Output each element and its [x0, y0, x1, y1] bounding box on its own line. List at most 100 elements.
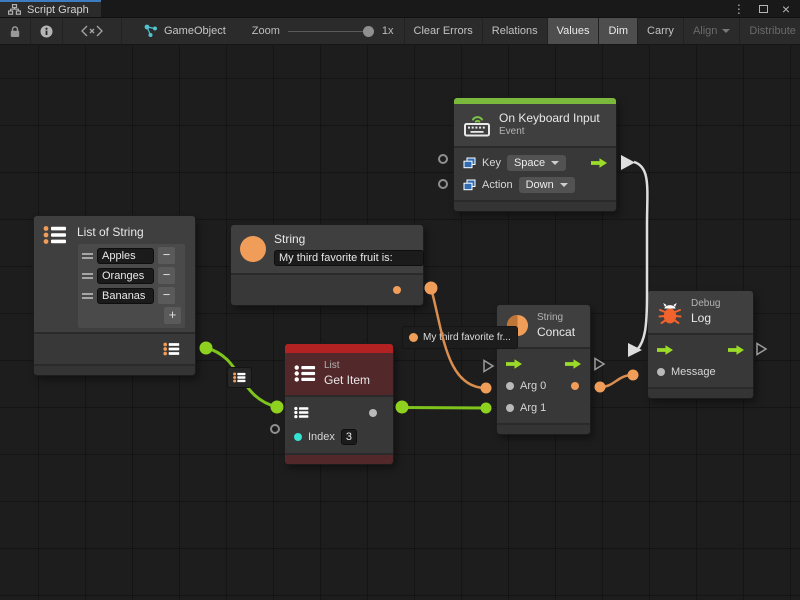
graph-canvas[interactable]: On Keyboard Input Event Key Space: [0, 45, 800, 600]
node-footer: [454, 200, 616, 211]
wire-value-list-preview: [228, 368, 251, 387]
concat-flow-input-port[interactable]: [484, 361, 493, 372]
relations-button[interactable]: Relations: [482, 18, 547, 44]
index-input[interactable]: [341, 429, 357, 445]
list-icon: [294, 364, 316, 383]
wire-keyboard-to-log[interactable]: [634, 162, 647, 350]
add-item-button[interactable]: +: [164, 307, 181, 324]
node-string-literal[interactable]: String: [231, 225, 423, 305]
carry-button[interactable]: Carry: [637, 18, 683, 44]
key-port-row: Key Space: [454, 152, 616, 174]
drag-handle-icon[interactable]: [82, 253, 93, 259]
clear-errors-button[interactable]: Clear Errors: [404, 18, 482, 44]
list-icon: [233, 372, 246, 383]
list-item-input[interactable]: [97, 288, 154, 304]
tab-script-graph[interactable]: Script Graph: [0, 0, 101, 17]
distribute-label: Distribute: [749, 25, 795, 37]
concat-flow-output-port[interactable]: [595, 359, 604, 370]
flow-input-arrow-icon[interactable]: [506, 359, 522, 369]
node-category: Debug: [691, 298, 720, 311]
maximize-icon[interactable]: [759, 5, 768, 13]
align-button[interactable]: Align: [683, 18, 739, 44]
wire-end-arrowhead-icon: [628, 343, 642, 357]
node-body: Index: [285, 395, 393, 453]
list-item-row: −: [82, 287, 181, 304]
distribute-button[interactable]: Distribute: [739, 18, 800, 44]
flow-row: [497, 353, 590, 375]
node-title: List of String: [77, 225, 185, 239]
concat-output-dot[interactable]: [571, 382, 579, 390]
remove-item-button[interactable]: −: [158, 247, 175, 264]
log-message-port[interactable]: [628, 370, 639, 381]
bug-icon: [657, 299, 683, 325]
list-icon: [43, 225, 67, 245]
values-toggle-button[interactable]: Values: [547, 18, 599, 44]
code-view-button[interactable]: [63, 18, 122, 44]
drag-handle-icon[interactable]: [82, 273, 93, 279]
string-value-input[interactable]: [274, 250, 424, 266]
node-body: Key Space Action Down: [454, 146, 616, 200]
keyboard-action-port[interactable]: [438, 179, 448, 189]
lock-button[interactable]: [0, 18, 31, 44]
index-input-dot[interactable]: [294, 433, 302, 441]
node-header: List Get Item: [285, 353, 393, 395]
getitem-index-port[interactable]: [270, 424, 280, 434]
getitem-output-port[interactable]: [396, 401, 409, 414]
flow-output-arrow-icon[interactable]: [728, 345, 744, 355]
node-header: Debug Log: [648, 291, 753, 333]
list-item-input[interactable]: [97, 248, 154, 264]
concat-arg1-port[interactable]: [481, 403, 492, 414]
node-get-item[interactable]: List Get Item Index: [285, 344, 393, 464]
message-input-dot[interactable]: [657, 368, 665, 376]
wire-preview-text: My third favorite fr...: [423, 332, 511, 343]
node-list-of-string[interactable]: List of String − − −: [34, 216, 195, 375]
node-body: Message: [648, 333, 753, 387]
keyboard-key-port[interactable]: [438, 154, 448, 164]
remove-item-button[interactable]: −: [158, 287, 175, 304]
node-category: String: [537, 312, 575, 325]
list-output-port[interactable]: [200, 342, 213, 355]
list-item-input[interactable]: [97, 268, 154, 284]
string-output-dot[interactable]: [393, 286, 401, 294]
concat-arg0-port[interactable]: [481, 383, 492, 394]
node-on-keyboard-input[interactable]: On Keyboard Input Event Key Space: [454, 98, 616, 211]
node-debug-log[interactable]: Debug Log Message: [648, 291, 753, 398]
list-item-row: −: [82, 267, 181, 284]
flow-row: [648, 339, 753, 361]
flow-output-arrow-icon[interactable]: [565, 359, 581, 369]
action-dropdown[interactable]: Down: [519, 177, 575, 193]
node-body: Arg 0 Arg 1: [497, 347, 590, 423]
graph-icon: [8, 4, 21, 15]
info-button[interactable]: [31, 18, 63, 44]
node-footer: [497, 423, 590, 434]
error-strip: [285, 344, 393, 353]
remove-item-button[interactable]: −: [158, 267, 175, 284]
node-body: [231, 273, 423, 305]
string-output-port[interactable]: [425, 282, 438, 295]
node-category: List: [324, 360, 370, 373]
log-flow-output-port[interactable]: [757, 344, 766, 355]
item-output-dot[interactable]: [369, 409, 377, 417]
index-label: Index: [308, 431, 335, 443]
arg1-input-dot[interactable]: [506, 404, 514, 412]
wire-getitem-to-concat-arg1[interactable]: [402, 408, 486, 409]
kebab-menu-icon[interactable]: ⋮: [733, 3, 745, 15]
arg0-input-dot[interactable]: [506, 382, 514, 390]
flow-input-arrow-icon[interactable]: [657, 345, 673, 355]
getitem-list-input-port[interactable]: [271, 401, 284, 414]
concat-output-port[interactable]: [595, 382, 606, 393]
gameobject-icon: [144, 24, 158, 38]
flow-output-arrow-icon[interactable]: [591, 158, 607, 168]
graph-toolbar: GameObject Zoom 1x Clear Errors Relation…: [0, 18, 800, 45]
node-concat[interactable]: String Concat Arg 0 Arg 1: [497, 305, 590, 434]
arg0-port-row: Arg 0: [497, 375, 590, 397]
graph-target[interactable]: GameObject: [144, 18, 226, 44]
close-icon[interactable]: ×: [782, 2, 790, 16]
zoom-slider[interactable]: [288, 25, 374, 37]
drag-handle-icon[interactable]: [82, 293, 93, 299]
zoom-slider-thumb[interactable]: [363, 26, 374, 37]
align-label: Align: [693, 25, 717, 37]
dim-toggle-button[interactable]: Dim: [598, 18, 637, 44]
key-dropdown[interactable]: Space: [507, 155, 566, 171]
zoom-slider-track: [288, 31, 374, 32]
